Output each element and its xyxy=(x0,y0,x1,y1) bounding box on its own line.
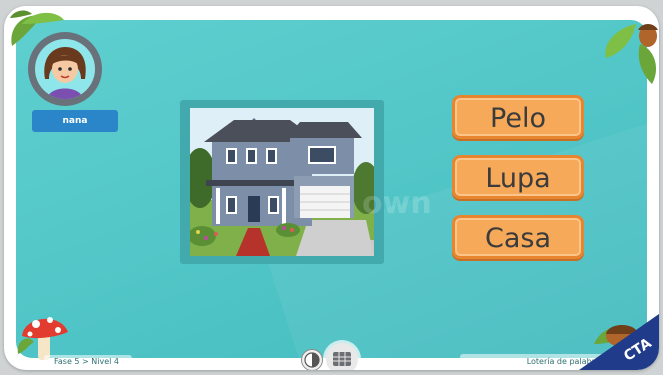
grid-menu-button[interactable] xyxy=(326,343,358,370)
option-label: Lupa xyxy=(485,163,551,194)
option-label: Pelo xyxy=(490,103,546,134)
grid-icon xyxy=(333,352,351,366)
user-avatar[interactable] xyxy=(28,32,102,106)
option-button-lupa[interactable]: Lupa xyxy=(452,155,584,199)
avatar-girl-icon xyxy=(35,39,95,99)
option-button-pelo[interactable]: Pelo xyxy=(452,95,584,139)
level-indicator: Fase 5 > Nivel 4 xyxy=(44,355,132,369)
cta-corner-badge[interactable]: CTA xyxy=(579,314,659,370)
leaves-top-right-icon xyxy=(605,24,658,84)
option-label: Casa xyxy=(484,223,551,254)
toggle-icon[interactable] xyxy=(301,349,323,370)
house-image xyxy=(190,108,374,256)
picture-card xyxy=(180,100,384,264)
user-name-badge: nana xyxy=(32,110,118,132)
option-button-casa[interactable]: Casa xyxy=(452,215,584,259)
app-frame: nana own Pelo Lupa Casa Fase 5 > Nivel 4… xyxy=(4,6,659,370)
watermark-text: own xyxy=(362,186,432,221)
